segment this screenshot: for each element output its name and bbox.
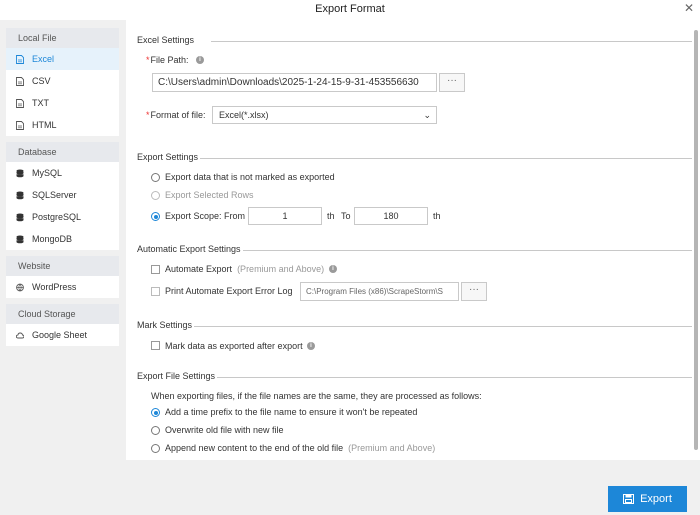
error-log-path-input: C:\Program Files (x86)\ScrapeStorm\S	[300, 282, 459, 301]
mark-exported-label[interactable]: Mark data as exported after export	[165, 341, 303, 351]
chevron-down-icon: ⌄	[423, 110, 431, 120]
browse-button[interactable]: ···	[439, 73, 465, 92]
error-log-checkbox[interactable]	[151, 287, 160, 296]
sidebar-item-postgresql[interactable]: PostgreSQL	[6, 206, 119, 228]
section-divider	[215, 377, 692, 378]
radio-time-prefix[interactable]	[151, 408, 160, 417]
sidebar-item-label: CSV	[32, 76, 51, 86]
option-unmarked-label[interactable]: Export data that is not marked as export…	[165, 172, 335, 182]
to-label: To	[341, 211, 351, 221]
sidebar-item-label: SQLServer	[32, 190, 77, 200]
th-label: th	[327, 211, 335, 221]
info-icon[interactable]: i	[196, 56, 204, 64]
settings-panel: Excel Settings *File Path: i C:\Users\ad…	[126, 20, 700, 460]
database-icon	[16, 213, 24, 222]
error-log-browse-button: ···	[461, 282, 487, 301]
error-log-label[interactable]: Print Automate Export Error Log	[165, 286, 293, 296]
sidebar-item-txt[interactable]: TXT	[6, 92, 119, 114]
export-icon	[623, 494, 635, 504]
radio-unmarked[interactable]	[151, 173, 160, 182]
sidebar-item-mysql[interactable]: MySQL	[6, 162, 119, 184]
database-icon	[16, 191, 24, 200]
sidebar-item-wordpress[interactable]: WordPress	[6, 276, 119, 298]
scope-from-input[interactable]: 1	[248, 207, 322, 225]
sidebar-group: Cloud Storage Google Sheet	[6, 304, 119, 346]
export-file-settings-title: Export File Settings	[137, 371, 218, 381]
option-append-label[interactable]: Append new content to the end of the old…	[165, 443, 435, 453]
database-icon	[16, 235, 24, 244]
title-bar: Export Format ✕	[0, 0, 700, 20]
info-icon[interactable]: i	[307, 342, 315, 350]
section-divider	[240, 250, 692, 251]
sidebar-item-mongodb[interactable]: MongoDB	[6, 228, 119, 250]
database-icon	[16, 169, 24, 178]
option-selected-rows-label: Export Selected Rows	[165, 190, 254, 200]
sidebar-item-csv[interactable]: CSV	[6, 70, 119, 92]
section-divider	[211, 41, 692, 42]
globe-icon	[16, 283, 24, 292]
sidebar-group-title: Local File	[6, 28, 119, 48]
sidebar-group: Website WordPress	[6, 256, 119, 298]
excel-settings-title: Excel Settings	[137, 35, 197, 45]
export-file-description: When exporting files, if the file names …	[151, 391, 482, 401]
format-select[interactable]: Excel(*.xlsx) ⌄	[212, 106, 437, 124]
automate-export-label[interactable]: Automate Export (Premium and Above)	[165, 264, 324, 274]
file-path-label: *File Path:	[146, 55, 189, 65]
file-icon	[16, 76, 24, 86]
radio-overwrite[interactable]	[151, 426, 160, 435]
mark-exported-checkbox[interactable]	[151, 341, 160, 350]
radio-selected-rows	[151, 191, 160, 200]
option-time-prefix-label[interactable]: Add a time prefix to the file name to en…	[165, 407, 417, 417]
sidebar-item-label: MongoDB	[32, 234, 73, 244]
mark-settings-title: Mark Settings	[137, 320, 195, 330]
section-divider	[192, 326, 692, 327]
sidebar-item-sqlserver[interactable]: SQLServer	[6, 184, 119, 206]
sidebar-group-title: Cloud Storage	[6, 304, 119, 324]
scope-to-input[interactable]: 180	[354, 207, 428, 225]
file-icon	[16, 98, 24, 108]
option-overwrite-label[interactable]: Overwrite old file with new file	[165, 425, 284, 435]
sidebar-item-label: HTML	[32, 120, 57, 130]
th-label: th	[433, 211, 441, 221]
sidebar-item-label: MySQL	[32, 168, 63, 178]
window-title: Export Format	[315, 3, 385, 15]
radio-append[interactable]	[151, 444, 160, 453]
sidebar-item-excel[interactable]: Excel	[6, 48, 119, 70]
format-label: *Format of file:	[146, 110, 206, 120]
close-icon[interactable]: ✕	[684, 0, 694, 16]
sidebar-group-title: Database	[6, 142, 119, 162]
scrollbar-thumb[interactable]	[694, 30, 698, 450]
scrollbar[interactable]	[694, 20, 698, 460]
sidebar-group: Database MySQL SQLServer PostgreSQL MongoDB	[6, 142, 119, 250]
radio-export-scope[interactable]	[151, 212, 160, 221]
export-settings-title: Export Settings	[137, 152, 201, 162]
automate-export-checkbox[interactable]	[151, 265, 160, 274]
sidebar-item-google-sheet[interactable]: Google Sheet	[6, 324, 119, 346]
sidebar-item-label: Excel	[32, 54, 55, 64]
file-icon	[16, 120, 24, 130]
sidebar-item-label: TXT	[32, 98, 49, 108]
export-button-label: Export	[640, 493, 672, 505]
option-scope-label[interactable]: Export Scope: From	[165, 211, 245, 221]
sidebar: Local File Excel CSV TXT HTML Database MySQL SQ…	[6, 28, 119, 352]
sidebar-group: Local File Excel CSV TXT HTML	[6, 28, 119, 136]
sidebar-item-html[interactable]: HTML	[6, 114, 119, 136]
automatic-export-title: Automatic Export Settings	[137, 244, 243, 254]
cloud-icon	[16, 331, 24, 340]
sidebar-item-label: PostgreSQL	[32, 212, 82, 222]
section-divider	[200, 158, 692, 159]
sidebar-item-label: Google Sheet	[32, 330, 88, 340]
sidebar-group-title: Website	[6, 256, 119, 276]
file-path-input[interactable]: C:\Users\admin\Downloads\2025-1-24-15-9-…	[152, 73, 437, 92]
file-icon	[16, 54, 24, 64]
sidebar-item-label: WordPress	[32, 282, 77, 292]
export-button[interactable]: Export	[608, 486, 687, 512]
info-icon[interactable]: i	[329, 265, 337, 273]
